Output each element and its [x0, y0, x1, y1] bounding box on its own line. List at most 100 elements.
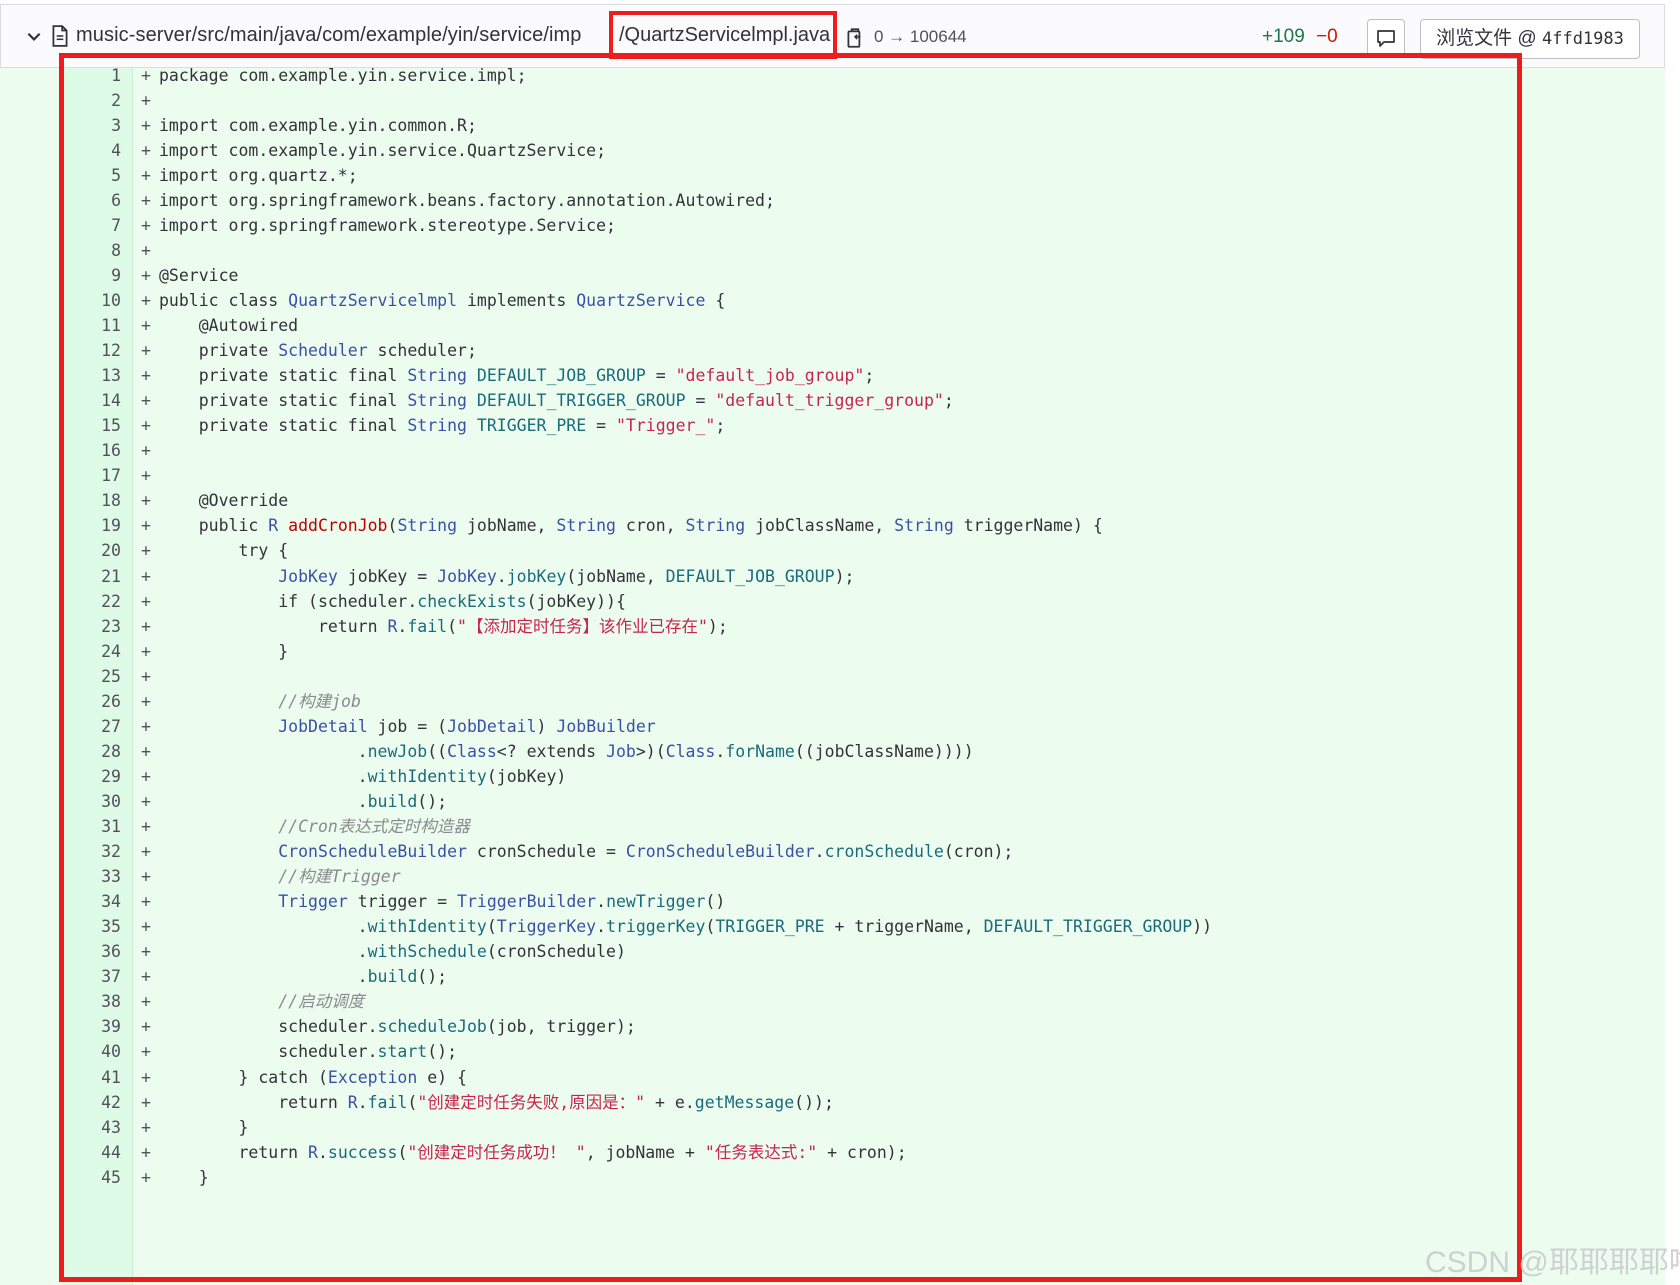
code-line: 29 + .withIdentity(jobKey) — [0, 764, 1665, 791]
line-number[interactable]: 13 — [63, 363, 121, 390]
code-text: if (scheduler.checkExists(jobKey)){ — [159, 591, 626, 611]
code-text: } catch (Exception e) { — [159, 1067, 467, 1087]
code-line: 20 + try { — [0, 538, 1665, 565]
line-number[interactable]: 21 — [63, 564, 121, 591]
line-number[interactable]: 25 — [63, 664, 121, 691]
code-text: return R.success("创建定时任务成功！ ", jobName +… — [159, 1142, 907, 1162]
line-number[interactable]: 10 — [63, 288, 121, 315]
line-number[interactable]: 8 — [63, 238, 121, 265]
comment-button[interactable] — [1367, 19, 1405, 57]
line-number[interactable]: 4 — [63, 138, 121, 165]
line-number[interactable]: 6 — [63, 188, 121, 215]
code-text: public class QuartzServicelmpl implement… — [159, 290, 726, 310]
line-number[interactable]: 39 — [63, 1014, 121, 1041]
line-number[interactable]: 35 — [63, 914, 121, 941]
line-number[interactable]: 22 — [63, 589, 121, 616]
code-text: //构建Trigger — [278, 867, 401, 887]
line-number[interactable]: 44 — [63, 1140, 121, 1167]
code-text: scheduler.scheduleJob(job, trigger); — [159, 1017, 636, 1037]
code-line: 31 + //Cron表达式定时构造器 — [0, 814, 1665, 841]
line-number[interactable]: 14 — [63, 388, 121, 415]
diff-marker: + — [141, 1167, 151, 1187]
line-number[interactable]: 19 — [63, 513, 121, 540]
diff-marker: + — [141, 441, 151, 461]
line-number[interactable]: 23 — [63, 614, 121, 641]
code-line: 4 + import com.example.yin.service.QuartzS… — [0, 138, 1665, 165]
line-number[interactable]: 17 — [63, 463, 121, 490]
file-path[interactable]: music-server/src/main/java/com/example/y… — [76, 24, 582, 47]
code-text: } — [159, 641, 289, 661]
code-line: 21 + JobKey jobKey = JobKey.jobKey(jobNam… — [0, 564, 1665, 591]
code-line: 17 + — [0, 463, 1665, 490]
code-line: 42 + return R.fail("创建定时任务失败,原因是：" + e.ge… — [0, 1090, 1665, 1117]
code-line: 37 + .build(); — [0, 964, 1665, 991]
code-line: 7 + import org.springframework.stereotype.… — [0, 213, 1665, 240]
line-number[interactable]: 7 — [63, 213, 121, 240]
diff-marker: + — [141, 1042, 151, 1062]
line-number[interactable]: 28 — [63, 739, 121, 766]
code-text: .withIdentity(jobKey) — [159, 766, 567, 786]
line-number[interactable]: 45 — [63, 1165, 121, 1192]
code-line: 9 + @Service — [0, 263, 1665, 290]
code-line: 14 + private static final String DEFAULT_… — [0, 388, 1665, 415]
code-text: .withSchedule(cronSchedule) — [159, 942, 626, 962]
diff-marker: + — [141, 140, 151, 160]
code-text: JobKey jobKey = JobKey.jobKey(jobName, D… — [278, 566, 855, 586]
code-text: } — [159, 1117, 249, 1137]
diff-marker: + — [141, 215, 151, 235]
view-file-button[interactable]: 浏览文件 @ 4ffd1983 — [1420, 19, 1640, 59]
line-number[interactable]: 15 — [63, 413, 121, 440]
chevron-down-icon[interactable] — [25, 27, 43, 45]
commit-sha: 4ffd1983 — [1541, 29, 1624, 49]
line-number[interactable]: 11 — [63, 313, 121, 340]
line-number[interactable]: 31 — [63, 814, 121, 841]
code-text: try { — [159, 541, 289, 561]
diff-marker: + — [141, 1092, 151, 1112]
line-number[interactable]: 1 — [63, 63, 121, 90]
line-number[interactable]: 41 — [63, 1065, 121, 1092]
file-icon — [52, 25, 68, 47]
diff-marker: + — [141, 341, 151, 361]
code-text: JobDetail job = (JobDetail) JobBuilder — [278, 716, 656, 736]
line-number[interactable]: 42 — [63, 1090, 121, 1117]
code-text: @Service — [159, 265, 239, 285]
line-number[interactable]: 38 — [63, 989, 121, 1016]
line-number[interactable]: 37 — [63, 964, 121, 991]
code-text: private Scheduler scheduler; — [159, 341, 477, 361]
line-number[interactable]: 5 — [63, 163, 121, 190]
line-number[interactable]: 34 — [63, 889, 121, 916]
code-line: 28 + .newJob((Class<? extends Job>)(Class… — [0, 739, 1665, 766]
code-text: } — [159, 1167, 209, 1187]
line-number[interactable]: 18 — [63, 488, 121, 515]
diff-marker: + — [141, 516, 151, 536]
diff-marker: + — [141, 842, 151, 862]
line-number[interactable]: 32 — [63, 839, 121, 866]
code-text: return R.fail("创建定时任务失败,原因是：" + e.getMes… — [159, 1092, 834, 1112]
line-number[interactable]: 24 — [63, 639, 121, 666]
line-number[interactable]: 26 — [63, 689, 121, 716]
line-number[interactable]: 27 — [63, 714, 121, 741]
line-number[interactable]: 12 — [63, 338, 121, 365]
code-line: 34 + Trigger trigger = TriggerBuilder.new… — [0, 889, 1665, 916]
lines-removed-count: −0 — [1316, 26, 1338, 47]
comment-icon — [1377, 30, 1395, 47]
line-number[interactable]: 29 — [63, 764, 121, 791]
copy-icon[interactable] — [846, 27, 864, 49]
file-name[interactable]: /QuartzServicelmpl.java — [619, 24, 830, 47]
code-line: 45 + } — [0, 1165, 1665, 1192]
line-number[interactable]: 16 — [63, 438, 121, 465]
diff-marker: + — [141, 641, 151, 661]
diff-marker: + — [141, 265, 151, 285]
line-number[interactable]: 20 — [63, 538, 121, 565]
code-line: 39 + scheduler.scheduleJob(job, trigger); — [0, 1014, 1665, 1041]
line-number[interactable]: 30 — [63, 789, 121, 816]
line-number[interactable]: 33 — [63, 864, 121, 891]
diff-marker: + — [141, 691, 151, 711]
code-line: 38 + //启动调度 — [0, 989, 1665, 1016]
line-number[interactable]: 43 — [63, 1115, 121, 1142]
line-number[interactable]: 2 — [63, 88, 121, 115]
line-number[interactable]: 40 — [63, 1039, 121, 1066]
line-number[interactable]: 9 — [63, 263, 121, 290]
line-number[interactable]: 3 — [63, 113, 121, 140]
line-number[interactable]: 36 — [63, 939, 121, 966]
